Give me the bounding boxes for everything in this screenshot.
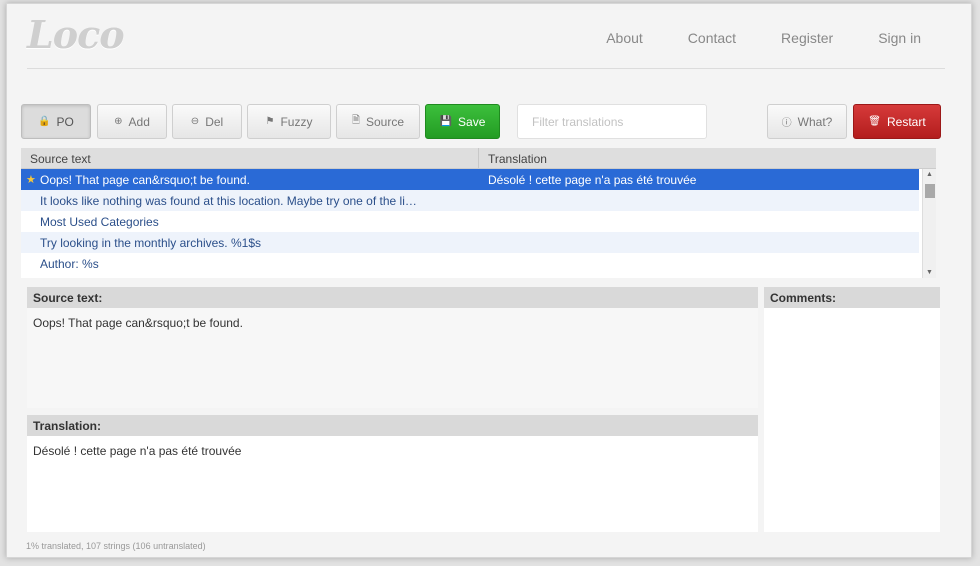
scrollbar-thumb[interactable] bbox=[925, 184, 935, 198]
save-button[interactable]: 💾 Save bbox=[425, 104, 500, 139]
source-button[interactable]: 🗎 Source bbox=[336, 104, 420, 139]
header-source[interactable]: Source text bbox=[21, 148, 479, 168]
grid-header: Source text Translation bbox=[21, 148, 936, 169]
header-divider bbox=[27, 68, 945, 69]
table-row[interactable]: Most Used Categories bbox=[21, 211, 919, 232]
translations-grid: Source text Translation ★ Oops! That pag… bbox=[21, 148, 936, 278]
nav-sign-in[interactable]: Sign in bbox=[878, 30, 921, 46]
trash-icon: 🗑 bbox=[868, 116, 881, 127]
scroll-up-icon[interactable]: ▲ bbox=[926, 171, 933, 178]
flag-icon: ⚑ bbox=[265, 116, 275, 127]
toolbar: 🔒 PO ⊕ Add ⊖ Del ⚑ Fuzzy 🗎 Source 💾 Save… bbox=[21, 104, 941, 140]
nav-contact[interactable]: Contact bbox=[688, 30, 736, 46]
star-icon: ★ bbox=[26, 174, 36, 186]
source-text-label: Source text: bbox=[27, 287, 758, 308]
row-source: It looks like nothing was found at this … bbox=[40, 193, 417, 208]
table-row[interactable]: Try looking in the monthly archives. %1$… bbox=[21, 232, 919, 253]
scroll-down-icon[interactable]: ▼ bbox=[926, 269, 933, 276]
nav-register[interactable]: Register bbox=[781, 30, 833, 46]
source-text-view: Oops! That page can&rsquo;t be found. bbox=[27, 308, 758, 408]
po-button[interactable]: 🔒 PO bbox=[21, 104, 91, 139]
row-source: Author: %s bbox=[40, 256, 99, 271]
comments-field[interactable] bbox=[764, 308, 940, 532]
fuzzy-button[interactable]: ⚑ Fuzzy bbox=[247, 104, 331, 139]
what-button[interactable]: ⓘ What? bbox=[767, 104, 847, 139]
floppy-icon: 💾 bbox=[439, 116, 453, 127]
table-row[interactable]: It looks like nothing was found at this … bbox=[21, 190, 919, 211]
plus-circle-icon: ⊕ bbox=[114, 116, 123, 127]
logo[interactable]: Loco bbox=[27, 12, 125, 57]
restart-button[interactable]: 🗑 Restart bbox=[853, 104, 941, 139]
comments-label: Comments: bbox=[764, 287, 940, 308]
nav-about[interactable]: About bbox=[606, 30, 643, 46]
add-button[interactable]: ⊕ Add bbox=[97, 104, 167, 139]
top-nav: About Contact Register Sign in bbox=[561, 30, 921, 46]
translation-label: Translation: bbox=[27, 415, 758, 436]
row-source: Most Used Categories bbox=[40, 214, 159, 229]
translation-field[interactable]: Désolé ! cette page n'a pas été trouvée bbox=[27, 436, 758, 532]
minus-circle-icon: ⊖ bbox=[190, 116, 200, 127]
document-icon: 🗎 bbox=[351, 115, 360, 126]
filter-input[interactable] bbox=[517, 104, 707, 139]
header-translation[interactable]: Translation bbox=[479, 148, 556, 168]
table-row[interactable]: Author: %s bbox=[21, 253, 919, 274]
info-icon: ⓘ bbox=[781, 118, 792, 129]
status-text: 1% translated, 107 strings (106 untransl… bbox=[26, 541, 206, 551]
row-source: Try looking in the monthly archives. %1$… bbox=[40, 235, 261, 250]
grid-scrollbar[interactable]: ▲ ▼ bbox=[922, 169, 936, 278]
table-row[interactable]: ★ Oops! That page can&rsquo;t be found. … bbox=[21, 169, 919, 190]
row-source: Oops! That page can&rsquo;t be found. bbox=[40, 172, 250, 187]
row-translation: Désolé ! cette page n'a pas été trouvée bbox=[488, 172, 697, 187]
del-button[interactable]: ⊖ Del bbox=[172, 104, 242, 139]
lock-icon: 🔒 bbox=[38, 116, 51, 127]
grid-rows: ★ Oops! That page can&rsquo;t be found. … bbox=[21, 169, 919, 274]
